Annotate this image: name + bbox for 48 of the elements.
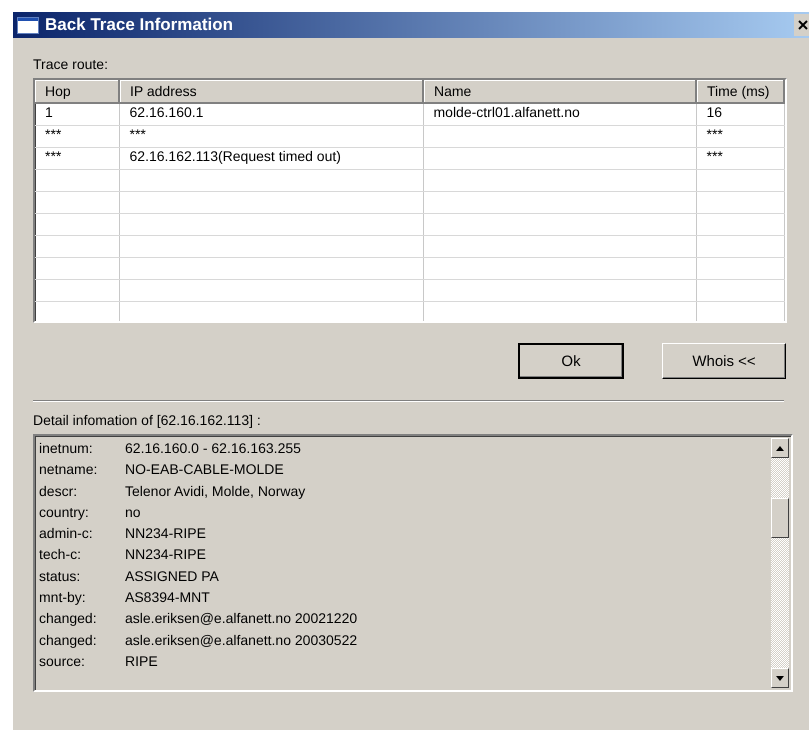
- window-icon: [17, 16, 39, 34]
- table-cell: 62.16.162.113(Request timed out): [130, 148, 341, 164]
- field-value: no: [125, 502, 141, 522]
- table-cell: 1: [45, 104, 53, 120]
- table-cell: ***: [706, 148, 723, 164]
- field-key: changed:: [39, 608, 125, 630]
- table-cell: 16: [706, 104, 722, 120]
- field-key: netname:: [39, 459, 125, 481]
- field-value: Telenor Avidi, Molde, Norway: [125, 482, 306, 501]
- table-cell: ***: [706, 126, 723, 142]
- field-value: NN234-RIPE: [125, 545, 206, 564]
- trace-route-label: Trace route:: [33, 56, 109, 72]
- scrollbar[interactable]: [771, 438, 789, 688]
- field-value: 62.16.160.0 - 62.16.163.255: [125, 439, 301, 458]
- field-key: country:: [39, 502, 125, 524]
- table-cell: ***: [45, 148, 62, 164]
- table-cell: ***: [45, 126, 62, 142]
- field-key: status:: [39, 566, 125, 588]
- scroll-thumb[interactable]: [771, 498, 789, 538]
- detail-text-box[interactable]: [33, 434, 793, 692]
- field-value: asle.eriksen@e.alfanett.no 20030522: [125, 630, 358, 650]
- field-value: ASSIGNED PA: [125, 566, 219, 586]
- window-title: Back Trace Information: [45, 15, 234, 35]
- ok-button[interactable]: Ok: [518, 343, 624, 379]
- column-header[interactable]: Name: [423, 80, 696, 103]
- field-key: inetnum:: [39, 438, 125, 460]
- table-cell: 62.16.160.1: [130, 104, 204, 120]
- field-key: mnt-by:: [39, 587, 125, 608]
- field-value: NO-EAB-CABLE-MOLDE: [125, 460, 284, 480]
- column-header[interactable]: IP address: [119, 80, 423, 103]
- scroll-up-icon[interactable]: [776, 446, 784, 450]
- field-value: RIPE: [125, 652, 158, 671]
- whois-button[interactable]: Whois <<: [662, 343, 786, 379]
- table-cell: molde-ctrl01.alfanett.no: [434, 104, 580, 120]
- field-key: descr:: [39, 480, 125, 502]
- scroll-down-icon[interactable]: [776, 676, 784, 680]
- field-key: source:: [39, 650, 125, 672]
- field-value: AS8394-MNT: [125, 588, 210, 608]
- field-value: NN234-RIPE: [125, 524, 206, 544]
- column-header[interactable]: Time (ms): [696, 80, 784, 103]
- field-key: changed:: [39, 630, 125, 651]
- detail-label: Detail infomation of [62.16.162.113] :: [33, 412, 262, 428]
- field-value: asle.eriksen@e.alfanett.no 20021220: [125, 609, 358, 628]
- column-header[interactable]: Hop: [35, 80, 119, 103]
- field-key: admin-c:: [39, 523, 125, 544]
- table-cell: ***: [130, 126, 146, 142]
- field-key: tech-c:: [39, 544, 125, 566]
- close-icon[interactable]: [794, 14, 809, 36]
